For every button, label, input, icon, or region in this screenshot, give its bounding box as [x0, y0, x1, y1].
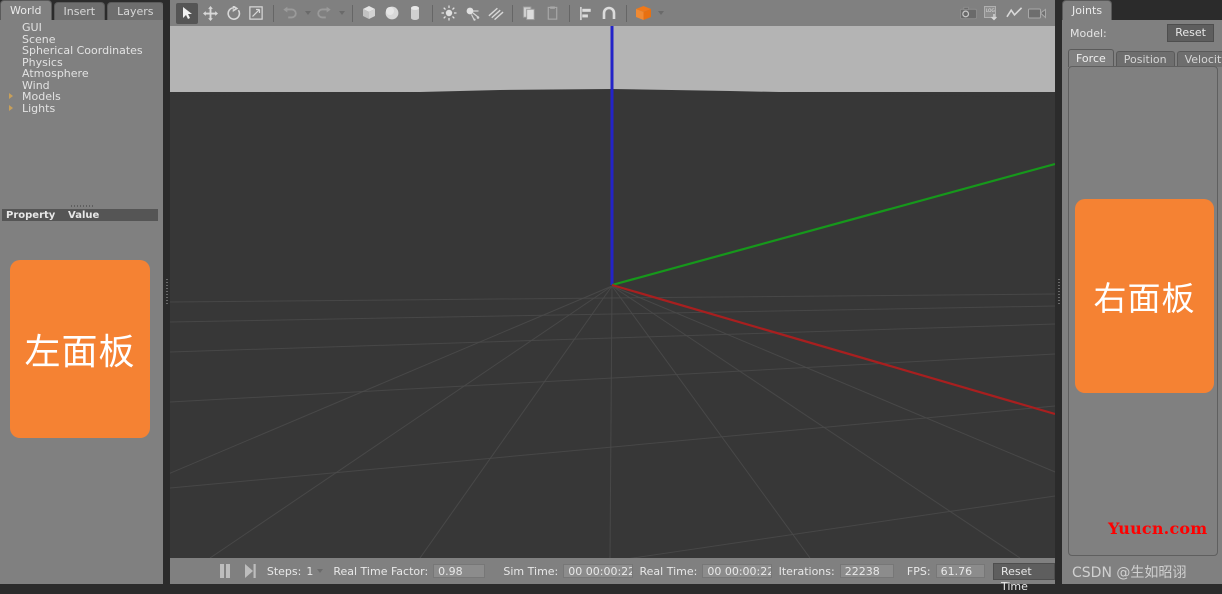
column-header-property: Property	[6, 209, 56, 221]
watermark-site: Yuucn.com	[1108, 519, 1208, 538]
main-toolbar: LOG	[170, 0, 1055, 26]
axis-y	[611, 162, 1055, 287]
spotlight-icon[interactable]	[461, 3, 483, 24]
cube-icon[interactable]	[358, 3, 380, 24]
sim-time-label: Sim Time:	[503, 564, 559, 578]
step-forward-icon[interactable]	[242, 561, 259, 582]
rays-icon[interactable]	[484, 3, 506, 24]
magnet-icon[interactable]	[598, 3, 620, 24]
redo-arrow-icon[interactable]	[313, 3, 335, 24]
chevron-down-icon[interactable]	[317, 569, 324, 573]
real-time-value: 00 00:00:22.871	[702, 564, 772, 578]
tree-item-label: Lights	[22, 101, 56, 115]
tab-joints[interactable]: Joints	[1062, 0, 1113, 20]
gazebo-window: World Insert Layers GUI Scene Spherical …	[0, 0, 1222, 593]
watermark-author: CSDN @生如昭诩	[1072, 565, 1187, 581]
tab-layers[interactable]: Layers	[107, 2, 164, 20]
camera-icon[interactable]	[957, 3, 979, 24]
toolbar-separator	[273, 4, 274, 22]
view-angle-dropdown-caret[interactable]	[655, 3, 666, 24]
model-row: Model: Reset	[1062, 22, 1222, 44]
move-cross-icon[interactable]	[199, 3, 221, 24]
left-vertical-splitter[interactable]	[163, 0, 170, 584]
simulation-statusbar: Steps: 1 Real Time Factor: 0.98 Sim Time…	[170, 558, 1056, 593]
real-time-factor-value: 0.98	[433, 564, 485, 578]
toolbar-separator	[512, 4, 513, 22]
svg-text:LOG: LOG	[986, 8, 995, 13]
sim-time-value: 00 00:00:22.238	[563, 564, 633, 578]
joint-control-subtabs: Force Position Velocity	[1068, 49, 1222, 67]
pause-icon[interactable]	[217, 561, 234, 582]
orange-cube-icon[interactable]	[632, 3, 654, 24]
paste-page-icon[interactable]	[541, 3, 563, 24]
sphere-icon[interactable]	[381, 3, 403, 24]
tab-insert[interactable]: Insert	[53, 2, 106, 20]
center-area: LOG Steps: 1 Real Time Factor: 0.98 Sim …	[170, 0, 1056, 593]
reset-time-button[interactable]: Reset Time	[993, 562, 1056, 593]
right-panel-tabbar: Joints	[1062, 0, 1222, 20]
annotation-left-panel: 左面板	[10, 260, 150, 438]
splitter-grip-icon	[70, 205, 93, 207]
log-save-icon[interactable]: LOG	[980, 3, 1002, 24]
chevron-down-icon	[304, 11, 311, 15]
copy-pages-icon[interactable]	[518, 3, 540, 24]
chevron-down-icon	[338, 11, 345, 15]
tab-position[interactable]: Position	[1115, 51, 1175, 67]
splitter-grip-icon	[1057, 279, 1060, 305]
toolbar-right-group: LOG	[957, 0, 1049, 26]
real-time-label: Real Time:	[639, 564, 698, 578]
sun-icon[interactable]	[438, 3, 460, 24]
left-panel-tabbar: World Insert Layers	[0, 0, 164, 20]
chart-line-icon[interactable]	[1003, 3, 1025, 24]
rotate-circle-icon[interactable]	[222, 3, 244, 24]
column-header-value: Value	[68, 209, 100, 221]
annotation-left-panel-label: 左面板	[24, 332, 136, 373]
iterations-value: 22238	[839, 564, 895, 578]
toolbar-separator	[352, 4, 353, 22]
chevron-right-icon[interactable]	[9, 104, 13, 111]
scene-overlay	[170, 26, 1055, 558]
world-tree: GUI Scene Spherical Coordinates Physics …	[0, 20, 163, 207]
undo-arrow-icon[interactable]	[279, 3, 301, 24]
scale-arrow-icon[interactable]	[245, 3, 267, 24]
axis-x	[611, 283, 1055, 416]
3d-viewport[interactable]	[170, 26, 1055, 558]
fps-value: 61.76	[935, 564, 986, 578]
tab-force[interactable]: Force	[1068, 49, 1114, 67]
annotation-right-panel: 右面板	[1075, 199, 1214, 393]
left-panel: World Insert Layers GUI Scene Spherical …	[0, 0, 164, 584]
chevron-right-icon[interactable]	[9, 93, 13, 99]
undo-dropdown-caret[interactable]	[302, 3, 313, 24]
toolbar-separator	[626, 4, 627, 22]
steps-control[interactable]: Steps: 1	[266, 564, 324, 578]
reset-button[interactable]: Reset	[1167, 24, 1214, 42]
tab-world[interactable]: World	[0, 0, 52, 20]
video-camera-icon[interactable]	[1026, 3, 1048, 24]
iterations-label: Iterations:	[778, 564, 835, 578]
steps-value: 1	[306, 564, 314, 578]
tree-item-lights[interactable]: Lights	[0, 101, 163, 115]
chevron-down-icon	[657, 11, 664, 15]
right-vertical-splitter[interactable]	[1055, 0, 1062, 584]
splitter-grip-icon	[165, 279, 168, 305]
tab-velocity[interactable]: Velocity	[1176, 51, 1222, 67]
toolbar-separator	[432, 4, 433, 22]
annotation-right-panel-label: 右面板	[1093, 279, 1196, 318]
real-time-factor-label: Real Time Factor:	[333, 564, 429, 578]
model-label: Model:	[1070, 26, 1107, 40]
align-bars-icon[interactable]	[575, 3, 597, 24]
cylinder-icon[interactable]	[404, 3, 426, 24]
fps-label: FPS:	[906, 564, 931, 578]
select-arrow-icon[interactable]	[176, 2, 198, 24]
property-table-header: Property Value	[2, 209, 158, 221]
steps-label: Steps:	[266, 564, 302, 578]
toolbar-separator	[569, 4, 570, 22]
redo-dropdown-caret[interactable]	[336, 3, 347, 24]
